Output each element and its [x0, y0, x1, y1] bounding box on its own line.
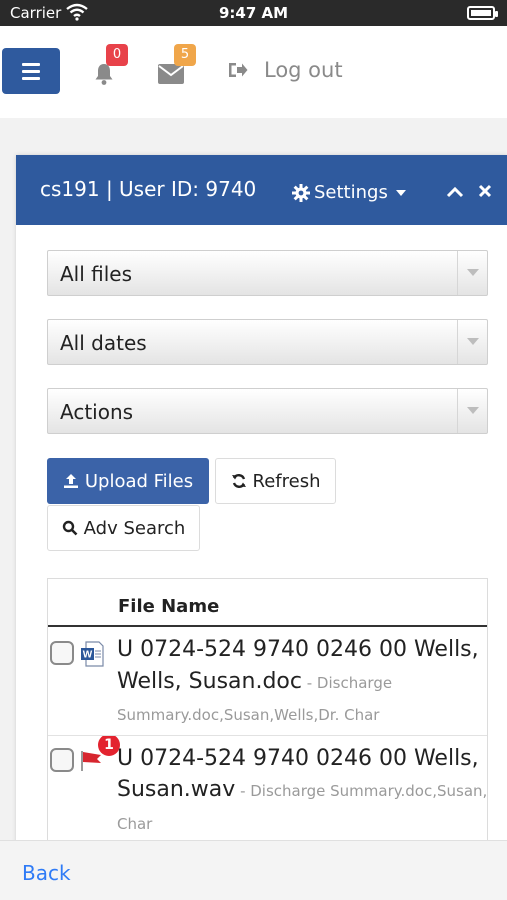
menu-button[interactable] [2, 48, 60, 94]
table-row[interactable]: W U 0724-524 9740 0246 00 Wells, Susan, … [48, 629, 487, 736]
sign-out-icon [229, 63, 248, 77]
status-bar: Carrier 9:47 AM [0, 0, 507, 26]
files-table: File Name W U 0724-524 9740 0246 00 Well… [47, 578, 488, 855]
row-checkbox[interactable] [50, 748, 74, 772]
top-nav: 0 5 Log out [0, 26, 507, 118]
messages-badge: 5 [174, 44, 196, 66]
envelope-icon [158, 64, 184, 84]
panel-title: cs191 | User ID: 9740 [40, 177, 257, 201]
red-flag-icon [80, 750, 104, 776]
caret-down-icon [395, 189, 406, 196]
file-name-line[interactable]: U 0724-524 9740 0246 00 Wells, [117, 744, 487, 774]
chevron-up-icon [446, 186, 464, 198]
dropdown-arrow-icon [457, 320, 487, 364]
table-row[interactable]: 1 U 0724-524 9740 0246 00 Wells, Susan.w… [48, 736, 488, 855]
file-name-text[interactable]: Wells, Susan.doc [117, 669, 302, 694]
notifications-button[interactable] [92, 62, 116, 90]
row-checkbox[interactable] [50, 641, 74, 665]
files-filter-select[interactable]: All files [47, 250, 488, 296]
refresh-icon [231, 474, 246, 488]
hamburger-icon [22, 62, 40, 66]
panel-header: cs191 | User ID: 9740 Settings [16, 155, 507, 225]
adv-search-button[interactable]: Adv Search [47, 505, 200, 551]
upload-icon [63, 474, 78, 488]
logout-link[interactable]: Log out [228, 58, 343, 82]
word-doc-icon: W [80, 641, 104, 671]
refresh-label: Refresh [252, 470, 321, 492]
dropdown-arrow-icon [457, 251, 487, 295]
hamburger-icon-bar [22, 69, 40, 73]
file-description: Summary.doc,Susan,Wells,Dr. Char [117, 706, 380, 724]
file-description: Char [117, 815, 153, 833]
gear-icon [292, 183, 310, 202]
settings-dropdown[interactable]: Settings [292, 182, 406, 203]
actions-select[interactable]: Actions [47, 388, 488, 434]
hamburger-icon-bar [22, 76, 40, 80]
dates-filter-value: All dates [60, 331, 147, 355]
notifications-badge: 0 [106, 44, 128, 66]
collapse-button[interactable] [446, 183, 464, 202]
upload-files-label: Upload Files [84, 470, 194, 492]
files-filter-value: All files [60, 262, 133, 286]
file-name-line[interactable]: Wells, Susan.doc - Discharge [117, 667, 487, 698]
dates-filter-select[interactable]: All dates [47, 319, 488, 365]
adv-search-label: Adv Search [83, 517, 186, 539]
close-button[interactable] [478, 179, 492, 204]
upload-files-button[interactable]: Upload Files [47, 458, 209, 504]
close-icon [478, 184, 492, 198]
settings-label: Settings [314, 182, 388, 203]
bottom-toolbar: Back [0, 840, 507, 900]
file-description: - Discharge [301, 674, 393, 692]
table-header: File Name [48, 579, 487, 627]
file-name-column-header: File Name [118, 596, 220, 617]
file-panel: cs191 | User ID: 9740 Settings All files… [16, 155, 507, 855]
file-description: - Discharge Summary.doc,Susan,Wells,Dr. [240, 782, 488, 800]
file-name-line[interactable]: U 0724-524 9740 0246 00 Wells, Susan, [117, 635, 487, 665]
file-name-text[interactable]: Susan.wav [117, 777, 235, 802]
search-icon [62, 520, 78, 536]
battery-icon [467, 6, 498, 20]
file-name-line[interactable]: Susan.wav - Discharge Summary.doc,Susan,… [117, 775, 488, 806]
actions-value: Actions [60, 400, 134, 424]
refresh-button[interactable]: Refresh [215, 458, 336, 504]
logout-label: Log out [264, 58, 343, 82]
svg-text:W: W [83, 650, 93, 661]
dropdown-arrow-icon [457, 389, 487, 433]
messages-button[interactable] [158, 64, 184, 88]
back-button[interactable]: Back [22, 861, 71, 885]
status-time: 9:47 AM [218, 4, 289, 22]
